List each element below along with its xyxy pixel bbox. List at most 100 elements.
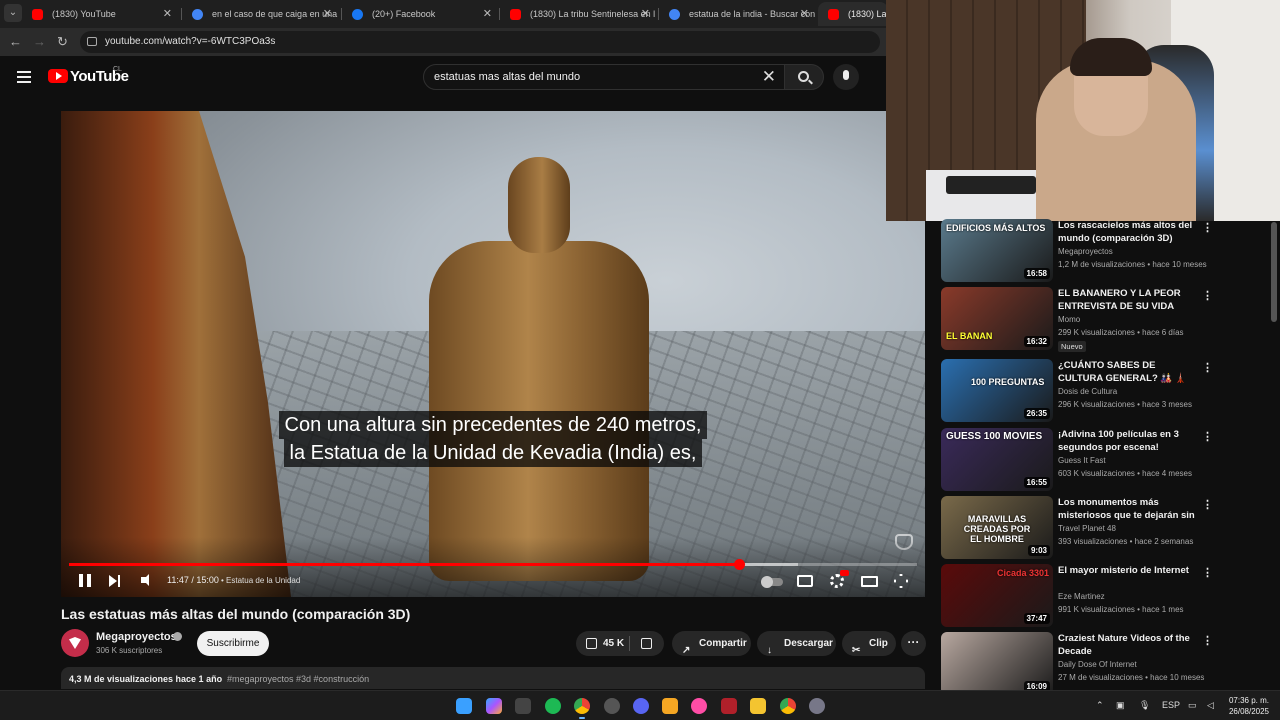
tab-close-icon[interactable]: ✕ [163,2,172,26]
hashtags[interactable]: #megaproyectos #3d #construcción [227,674,369,684]
volume-icon[interactable] [141,574,149,586]
autoplay-toggle[interactable] [761,576,783,588]
recommendation-item[interactable]: GUESS 100 MOVIES 16:55 ¡Adivina 100 pelí… [941,428,1231,492]
recommendation-channel[interactable]: Eze Martinez [1058,592,1105,601]
browser-tab[interactable]: (1830) La tribu Sentinelesa en l ✕ [500,2,658,26]
menu-icon[interactable] [17,71,31,86]
tray-chevron-icon[interactable]: ⌃ [1096,700,1104,711]
voice-search-button[interactable] [833,64,859,90]
more-actions-button[interactable]: ··· [901,631,926,656]
clear-search-icon[interactable]: ✕ [762,67,776,87]
browser-tab[interactable]: (20+) Facebook ✕ [342,2,500,26]
copilot-icon[interactable] [486,698,502,714]
site-info-icon[interactable] [87,37,97,46]
recommendation-channel[interactable]: Daily Dose Of Internet [1058,660,1137,669]
channel-avatar[interactable] [61,629,89,657]
recommendation-title[interactable]: ¿CUÁNTO SABES DE CULTURA GENERAL? 🎎 🗼 🗽 … [1058,359,1198,385]
back-arrow-icon[interactable]: ← [9,34,22,49]
recommendation-channel[interactable]: Guess It Fast [1058,456,1106,465]
spotify-icon[interactable] [545,698,561,714]
network-icon[interactable]: ▭ [1188,700,1197,711]
obs-icon[interactable] [604,698,620,714]
channel-name[interactable]: Megaproyectos [96,631,177,643]
recommendation-title[interactable]: Craziest Nature Videos of the Decade [1058,632,1198,658]
tray-app-icon[interactable]: ▣ [1116,700,1125,711]
recommendation-channel[interactable]: Momo [1058,315,1080,324]
like-button[interactable]: 45 K [576,631,630,656]
recommendation-title[interactable]: Los monumentos más misteriosos que te de… [1058,496,1198,522]
microphone-tray-icon[interactable]: 🎙 [1139,700,1150,711]
video-thumbnail[interactable]: EL BANAN 16:32 [941,287,1053,350]
video-thumbnail[interactable]: Cicada 3301 37:47 [941,564,1053,627]
chapter-title[interactable]: • Estatua de la Unidad [221,576,300,585]
tab-close-icon[interactable]: ✕ [800,2,809,26]
forward-arrow-icon[interactable]: → [33,34,46,49]
pause-icon[interactable] [79,574,91,587]
download-button[interactable]: ↓ Descargar [757,631,836,656]
recommendation-channel[interactable]: Travel Planet 48 [1058,524,1116,533]
settings-gear-icon[interactable] [830,574,844,588]
chrome-icon[interactable] [574,698,590,714]
share-button[interactable]: ↗ Compartir [672,631,751,656]
clip-button[interactable]: ✂ Clip [842,631,896,656]
search-button[interactable] [784,64,824,90]
system-clock[interactable]: 07:36 p. m. 26/08/2025 [1224,695,1269,717]
next-icon[interactable] [109,575,121,587]
kebab-menu-icon[interactable]: ⋮ [1202,289,1213,302]
recommendation-item[interactable]: MARAVILLAS CREADAS POR EL HOMBRE 9:03 Lo… [941,496,1231,560]
video-thumbnail[interactable]: GUESS 100 MOVIES 16:55 [941,428,1053,491]
recommendation-item[interactable]: 16:09 Craziest Nature Videos of the Deca… [941,632,1231,690]
recommendation-item[interactable]: EDIFICIOS MÁS ALTOS 16:58 Los rascacielo… [941,219,1231,283]
speaker-icon[interactable]: ◁ [1207,700,1214,711]
tab-close-icon[interactable]: ✕ [323,2,332,26]
kebab-menu-icon[interactable]: ⋮ [1202,221,1213,234]
recommendation-channel[interactable]: Megaproyectos [1058,247,1113,256]
file-explorer-icon[interactable] [750,698,766,714]
browser-tab[interactable]: estatua de la india - Buscar con ✕ [659,2,817,26]
language-indicator[interactable]: ESP [1162,700,1180,710]
reload-icon[interactable]: ↻ [57,34,68,50]
theater-mode-icon[interactable] [861,576,878,587]
chrome-profile-icon[interactable] [780,698,796,714]
browser-tab[interactable]: (1830) YouTube ✕ [22,2,180,26]
progress-bar[interactable] [69,559,917,570]
search-input[interactable]: estatuas mas altas del mundo ✕ [423,64,785,90]
settings-icon[interactable] [809,698,825,714]
recommendation-item[interactable]: Cicada 3301 37:47 El mayor misterio de I… [941,564,1231,628]
recommendation-title[interactable]: ¡Adivina 100 películas en 3 segundos por… [1058,428,1198,454]
video-thumbnail[interactable]: 100 PREGUNTAS 26:35 [941,359,1053,422]
browser-tab[interactable]: en el caso de que caiga en una ✕ [182,2,340,26]
video-thumbnail[interactable]: MARAVILLAS CREADAS POR EL HOMBRE 9:03 [941,496,1053,559]
scrubber-handle[interactable] [733,559,745,570]
brave-icon[interactable] [662,698,678,714]
start-menu-icon[interactable] [456,698,472,714]
recommendation-channel[interactable]: Dosis de Cultura [1058,387,1117,396]
streamlabs-icon[interactable] [691,698,707,714]
recommendation-title[interactable]: Los rascacielos más altos del mundo (com… [1058,219,1198,245]
recommendation-item[interactable]: EL BANAN 16:32 EL BANANERO Y LA PEOR ENT… [941,287,1231,352]
extension-icon[interactable] [515,698,531,714]
subtitles-icon[interactable] [797,575,813,587]
kebab-menu-icon[interactable]: ⋮ [1202,361,1213,374]
description-box[interactable]: 4,3 M de visualizaciones hace 1 año #meg… [61,667,925,689]
video-thumbnail[interactable]: 16:09 [941,632,1053,690]
recommendation-title[interactable]: EL BANANERO Y LA PEOR ENTREVISTA DE SU V… [1058,287,1198,313]
tab-close-icon[interactable]: ✕ [641,2,650,26]
browser-tab-active[interactable]: (1830) Las es [818,2,888,26]
url-field[interactable]: youtube.com/watch?v=-6WTC3POa3s [80,31,880,53]
tab-close-icon[interactable]: ✕ [483,2,492,26]
subscribe-button[interactable]: Suscribirme [197,631,269,656]
discord-icon[interactable] [633,698,649,714]
dislike-button[interactable] [630,631,664,656]
recommendation-title[interactable]: El mayor misterio de Internet [1058,564,1198,577]
video-player[interactable]: Con una altura sin precedentes de 240 me… [61,111,925,597]
sidebar-scrollbar[interactable] [1271,222,1277,322]
tab-search-chevron-icon[interactable]: ⌄ [4,4,22,22]
kebab-menu-icon[interactable]: ⋮ [1202,430,1213,443]
kebab-menu-icon[interactable]: ⋮ [1202,498,1213,511]
youtube-logo-icon[interactable] [48,69,68,83]
game-icon[interactable] [721,698,737,714]
kebab-menu-icon[interactable]: ⋮ [1202,634,1213,647]
recommendation-item[interactable]: 100 PREGUNTAS 26:35 ¿CUÁNTO SABES DE CUL… [941,359,1231,423]
video-thumbnail[interactable]: EDIFICIOS MÁS ALTOS 16:58 [941,219,1053,282]
